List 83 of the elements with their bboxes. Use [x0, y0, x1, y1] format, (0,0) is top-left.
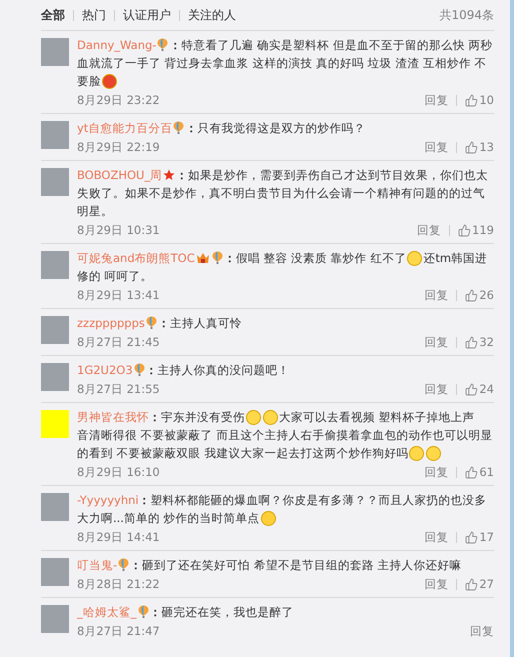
- user-name[interactable]: yt自愈能力百分百: [77, 121, 172, 135]
- reply-link[interactable]: 回复: [424, 527, 448, 547]
- reply-link[interactable]: 回复: [424, 462, 448, 482]
- comment-text: 血就流了一手了 背过身去拿血浆 这样的演技 真的好吗 垃圾 渣渣 互相炒作 不: [77, 56, 487, 70]
- reply-link[interactable]: 回复: [424, 574, 448, 594]
- avatar-photo-placeholder[interactable]: [41, 558, 69, 586]
- user-name[interactable]: 可妮兔and布朗熊TOC: [77, 251, 195, 265]
- filter-tab[interactable]: 全部: [41, 6, 65, 24]
- like-button[interactable]: 13: [465, 137, 494, 157]
- thumbs-up-icon: [465, 336, 478, 348]
- comment-text: ：如果是炒作，需要到弄伤自己才达到节目效果，你们也太: [176, 168, 488, 182]
- like-button[interactable]: 27: [465, 574, 494, 594]
- thumbs-up-icon: [465, 288, 478, 302]
- comment-time: 8月29日 22:19: [77, 139, 160, 156]
- user-name[interactable]: 男神皆在我怀: [77, 410, 149, 424]
- user-name[interactable]: Danny_Wang-: [77, 38, 156, 52]
- reply-link[interactable]: 回复: [417, 220, 442, 240]
- filter-tab[interactable]: 热门: [82, 6, 106, 24]
- user-name[interactable]: zzzpppppps: [77, 316, 145, 330]
- comment-text: ：塑料杯都能砸的爆血啊？你皮是有多薄？？而且人家扔的也没多: [138, 493, 487, 507]
- thumbs-up-icon: [458, 224, 472, 236]
- comment-text: 音清晰得很 不要被蒙蔽了 而且这个主持人右手偷摸着拿血包的动作也可以明显: [77, 428, 492, 442]
- like-button[interactable]: 32: [465, 332, 494, 352]
- like-button[interactable]: 26: [465, 285, 494, 305]
- comment-time: 8月29日 16:10: [77, 464, 160, 481]
- comment-text: ：假唱 整容 没素质 靠炒作 红不了: [224, 251, 406, 265]
- comment-time: 8月28日 21:22: [77, 576, 160, 593]
- comment-text: ：只有我觉得这是双方的炒作吗？: [185, 121, 366, 135]
- avatar[interactable]: [41, 410, 69, 438]
- thumbs-up-icon: [465, 578, 478, 590]
- comment-text: 修的 呵呵了。: [77, 269, 153, 283]
- comment-text: ：特意看了几遍 确实是塑料杯 但是血不至于留的那么快 两秒: [169, 38, 492, 52]
- avatar-photo-placeholder[interactable]: [41, 168, 69, 196]
- reply-link[interactable]: 回复: [424, 137, 448, 157]
- comment-time: 8月29日 23:22: [77, 92, 160, 109]
- reply-link[interactable]: 回复: [424, 379, 448, 399]
- comment-text: 的看到 不要被蒙蔽双眼 我建议大家一起去打这两个炒作狗好吗: [77, 446, 408, 460]
- comment-text: ：主持人真可怜: [158, 316, 242, 330]
- user-name[interactable]: -Yyyyyyhni: [77, 493, 139, 507]
- comment-count: 共1094条: [439, 6, 494, 24]
- user-name[interactable]: _哈姆太鲨_: [77, 605, 136, 619]
- reply-link[interactable]: 回复: [424, 90, 448, 110]
- avatar-photo-placeholder[interactable]: [41, 493, 69, 521]
- comment-time: 8月29日 14:41: [77, 529, 160, 546]
- comment-text: 要脸: [77, 74, 101, 88]
- thumbs-up-icon: [465, 466, 478, 478]
- comment-time: 8月27日 21:47: [77, 623, 160, 640]
- reply-link[interactable]: 回复: [424, 332, 448, 352]
- avatar-photo-placeholder[interactable]: [41, 251, 69, 279]
- avatar-photo-placeholder[interactable]: [41, 363, 69, 391]
- comment-text: 大力啊...简单的 炒作的当时简单点: [77, 511, 260, 525]
- comment-text: ：主持人你真的没问题吧！: [146, 363, 290, 377]
- like-button[interactable]: 17: [465, 527, 494, 547]
- comment-time: 8月27日 21:55: [77, 381, 160, 398]
- comment-text: ：砸完还在笑，我也是醉了: [150, 605, 294, 619]
- thumbs-up-icon: [465, 382, 478, 396]
- user-name[interactable]: 1G2U2O3: [77, 363, 133, 377]
- thumbs-up-icon: [465, 530, 478, 544]
- comment-text: 明星。: [77, 204, 113, 218]
- thumbs-up-icon: [465, 140, 478, 154]
- comment-time: 8月29日 10:31: [77, 222, 160, 239]
- comment-time: 8月29日 13:41: [77, 287, 160, 304]
- user-name[interactable]: 叮当鬼-: [77, 558, 118, 572]
- comment-text: 还tm韩国进: [423, 251, 488, 265]
- user-name[interactable]: BOBOZHOU_周: [77, 168, 162, 182]
- avatar-photo-placeholder[interactable]: [41, 121, 69, 149]
- like-button[interactable]: 61: [465, 462, 494, 482]
- like-button[interactable]: 119: [458, 220, 494, 240]
- thumbs-up-icon: [465, 94, 478, 106]
- reply-link[interactable]: 回复: [424, 285, 448, 305]
- avatar-photo-placeholder[interactable]: [41, 316, 69, 344]
- comment-text: 大家可以去看视频 塑料杯子掉地上声: [279, 410, 475, 424]
- like-button[interactable]: 10: [465, 90, 494, 110]
- comment-text: 失败了。如果不是炒作，真不明白贵节目为什么会请一个精神有问题的的过气: [77, 186, 485, 200]
- avatar-photo-placeholder[interactable]: [41, 605, 69, 633]
- filter-tab[interactable]: 认证用户: [123, 6, 171, 24]
- comment-time: 8月27日 21:45: [77, 334, 160, 351]
- comment-text: ：砸到了还在笑好可怕 希望不是节目组的套路 主持人你还好嘛: [130, 558, 462, 572]
- comment-text: ：宇东并没有受伤: [149, 410, 245, 424]
- reply-link[interactable]: 回复: [470, 621, 494, 641]
- avatar-photo-placeholder[interactable]: [41, 38, 69, 66]
- like-button[interactable]: 24: [465, 379, 494, 399]
- filter-tab[interactable]: 关注的人: [188, 6, 236, 24]
